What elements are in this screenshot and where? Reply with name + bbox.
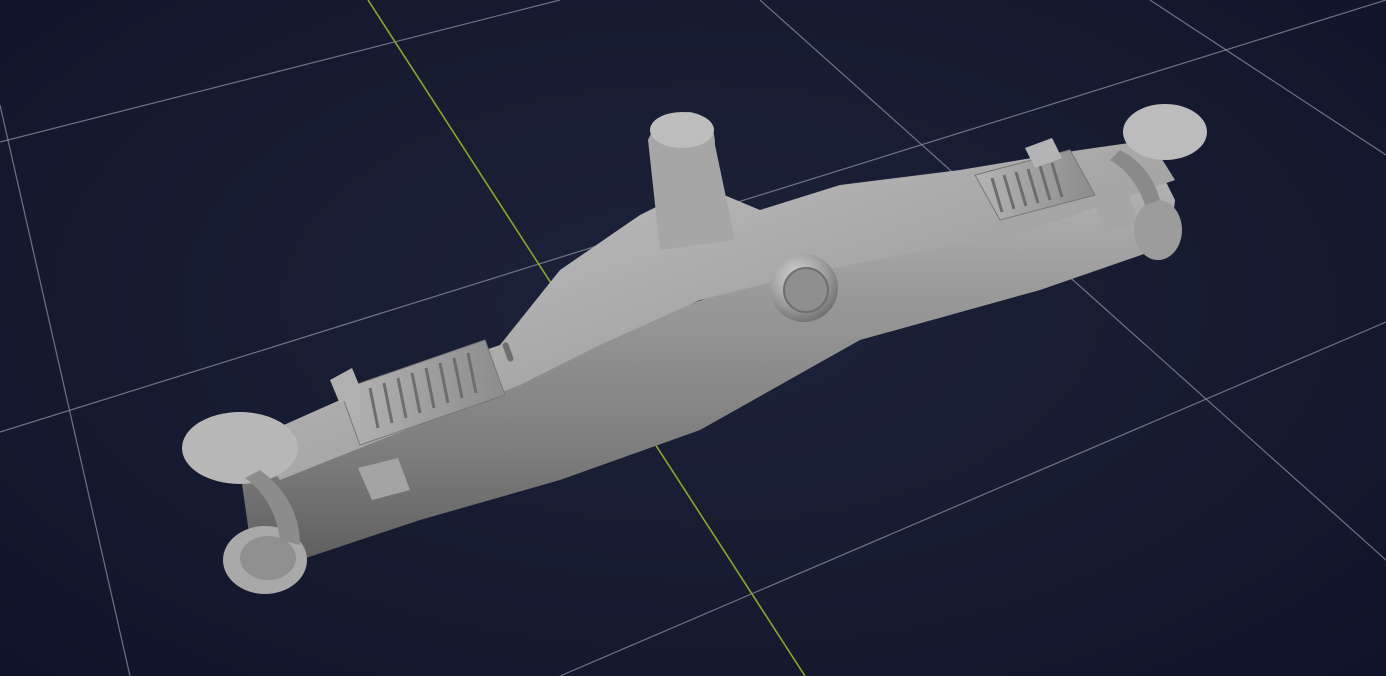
model-left-end-hole	[240, 536, 296, 580]
grid-line	[0, 0, 561, 143]
model-post-top	[650, 112, 714, 148]
3d-viewport[interactable]	[0, 0, 1386, 676]
model-left-end-upper[interactable]	[182, 412, 298, 484]
model-tube-inner	[783, 267, 829, 313]
viewport-canvas[interactable]	[0, 0, 1386, 676]
grid-line	[0, 104, 131, 676]
part-model[interactable]	[182, 104, 1207, 594]
model-right-end-lower[interactable]	[1134, 200, 1182, 260]
model-right-end-upper[interactable]	[1123, 104, 1207, 160]
